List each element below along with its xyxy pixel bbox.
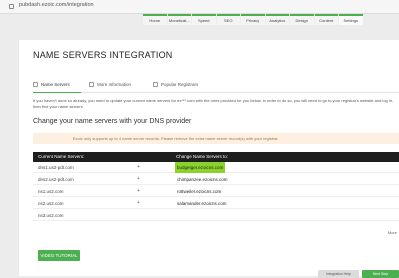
- page-title: NAME SERVERS INTEGRATION: [33, 50, 173, 60]
- tab-label: Name Servers: [41, 82, 70, 87]
- nav-item-analytics[interactable]: Analytics: [265, 14, 289, 25]
- next-step-button[interactable]: Next Step: [362, 270, 399, 278]
- tab-popular-registrars[interactable]: Popular Registrars: [153, 82, 198, 87]
- nav-item-content[interactable]: Content: [314, 14, 338, 25]
- current-ns: ns1.us2.com: [38, 189, 64, 194]
- new-ns[interactable]: chimpanzee.ezoicns.com: [175, 174, 230, 185]
- tab-label: More Information: [97, 82, 132, 87]
- arrow-icon: +: [137, 176, 140, 182]
- url-text[interactable]: pubdash.ezoic.com/integration: [19, 2, 94, 8]
- current-ns: dns2.us2-pdt.com: [38, 177, 74, 182]
- top-nav: Home Monetizat... Speed SEO Privacy Anal…: [143, 14, 364, 25]
- section-subtitle: Change your name servers with your DNS p…: [33, 118, 192, 125]
- current-ns: ns2.us2.com: [38, 201, 64, 206]
- nav-item-settings[interactable]: Settings: [339, 14, 363, 25]
- table-row: ns2.us2.com + salamander.ezoicns.com: [33, 198, 399, 209]
- nav-item-seo[interactable]: SEO: [216, 14, 240, 25]
- more-link[interactable]: More: [388, 230, 397, 235]
- header-current: Current Name Servers:: [38, 154, 85, 159]
- lock-icon: [9, 4, 14, 9]
- info-icon: [89, 82, 94, 87]
- table-row: ns1.us2.com + rottweiler.ezoicns.com: [33, 186, 399, 197]
- warning-notice: Ezoic only supports up to 4 name server …: [33, 133, 399, 144]
- tab-more-information[interactable]: More Information: [89, 82, 131, 87]
- arrow-icon: +: [137, 164, 140, 170]
- table-header: Current Name Servers: Change Name Server…: [33, 152, 399, 162]
- table-row: ns3.us2.com: [33, 210, 399, 221]
- tab-name-servers[interactable]: Name Servers: [33, 82, 81, 93]
- list-icon: [153, 82, 158, 87]
- nav-item-home[interactable]: Home: [143, 14, 167, 25]
- table-row: dns1.us2-pdt.com + budgetger.ezoicns.com: [33, 162, 399, 173]
- video-tutorial-button[interactable]: VIDEO TUTORIAL: [38, 250, 80, 261]
- header-new: Change Name Servers to:: [176, 154, 229, 159]
- new-ns[interactable]: rottweiler.ezoicns.com: [175, 186, 223, 197]
- nav-item-privacy[interactable]: Privacy: [241, 14, 265, 25]
- tab-bar: Name Servers More Information Popular Re…: [33, 80, 399, 93]
- arrow-icon: +: [137, 188, 140, 194]
- current-ns: dns1.us2-pdt.com: [38, 165, 74, 170]
- nav-item-monetization[interactable]: Monetizat...: [167, 14, 191, 25]
- integration-help-button[interactable]: Integration Help: [318, 270, 359, 278]
- intro-text: If you haven't done so already, you need…: [33, 98, 394, 109]
- arrow-icon: +: [137, 200, 140, 206]
- server-icon: [33, 82, 38, 87]
- tab-label: Popular Registrars: [161, 82, 199, 87]
- table-row: dns2.us2-pdt.com + chimpanzee.ezoicns.co…: [33, 174, 399, 185]
- browser-address-bar[interactable]: pubdash.ezoic.com/integration: [0, 0, 399, 14]
- new-ns[interactable]: salamander.ezoicns.com: [175, 198, 229, 209]
- integration-card: NAME SERVERS INTEGRATION Name Servers Mo…: [19, 40, 399, 276]
- nav-item-speed[interactable]: Speed: [192, 14, 216, 25]
- nav-item-design[interactable]: Design: [290, 14, 314, 25]
- current-ns: ns3.us2.com: [38, 213, 64, 218]
- new-ns[interactable]: budgetger.ezoicns.com: [175, 162, 226, 173]
